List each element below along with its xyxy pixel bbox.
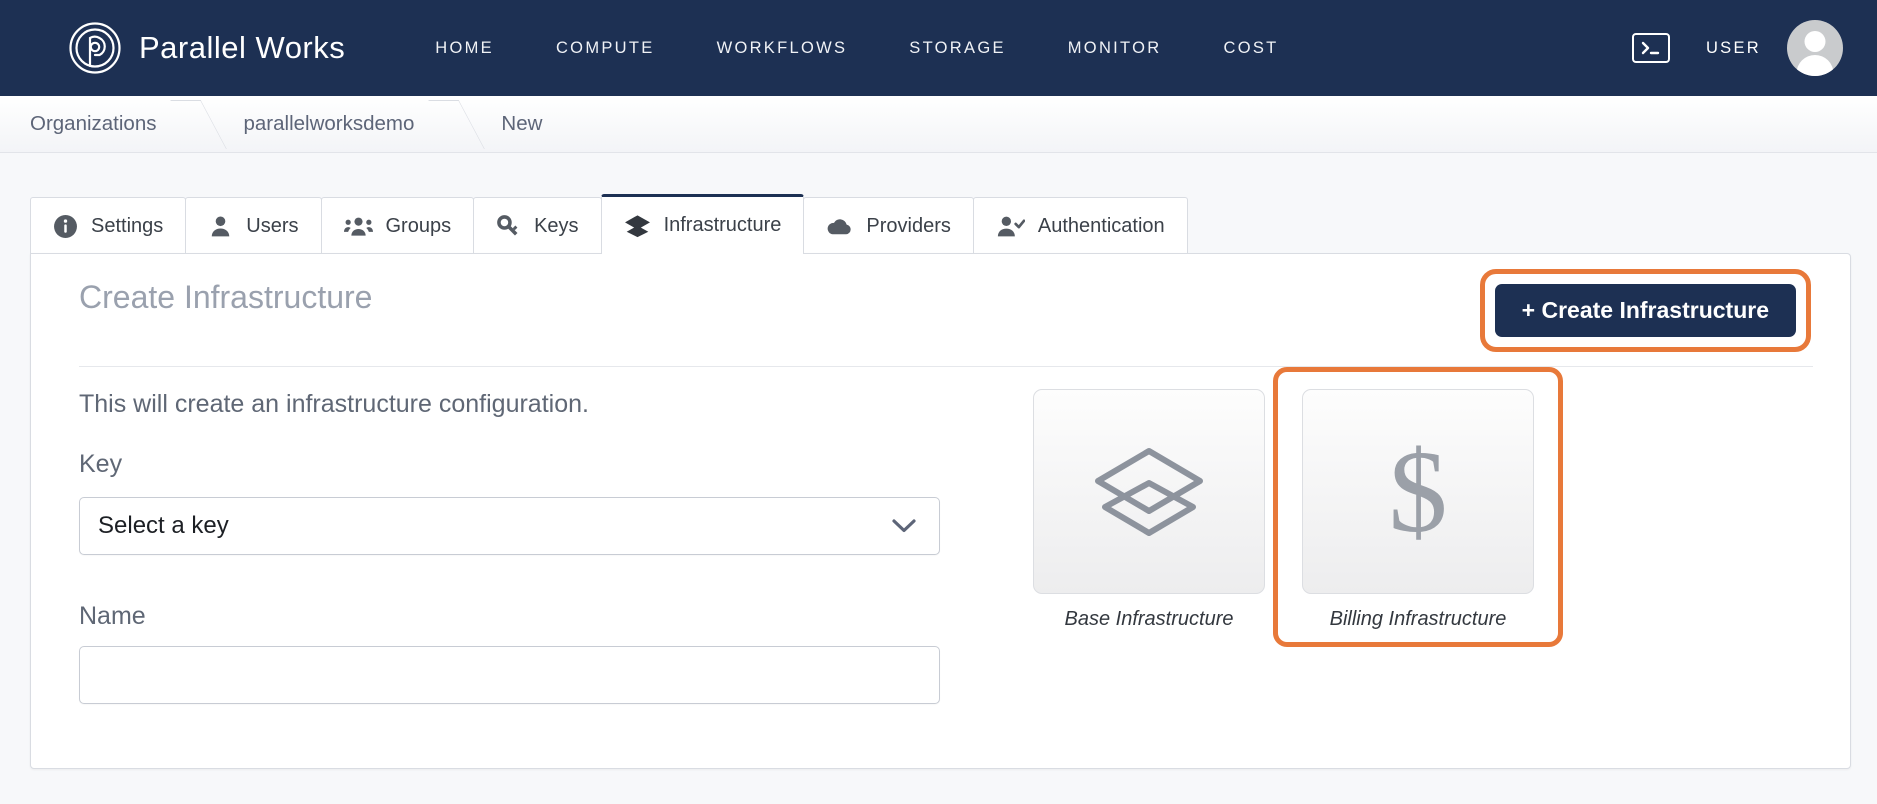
key-select[interactable]: Select a key [79,497,940,555]
breadcrumb-item-organizations[interactable]: Organizations [0,96,166,153]
create-infrastructure-button[interactable]: + Create Infrastructure [1494,284,1796,337]
brand-name: Parallel Works [139,30,346,65]
tab-label: Keys [534,214,579,237]
user-check-icon [996,214,1025,239]
user-icon [208,214,233,239]
nav-item-home[interactable]: HOME [435,31,494,66]
create-infrastructure-panel: Create Infrastructure + Create Infrastru… [30,253,1851,769]
tab-groups[interactable]: Groups [320,197,475,254]
nav-item-cost[interactable]: COST [1223,31,1278,66]
tab-label: Providers [866,214,951,237]
terminal-icon[interactable] [1631,33,1670,63]
layers-icon [624,213,651,238]
org-tabs: Settings Users Groups Keys Infrastructur… [30,194,1188,254]
breadcrumb-item-new: New [501,112,543,135]
nav-right-cluster: USER [1631,0,1843,96]
type-caption: Base Infrastructure [1064,608,1234,630]
panel-subtitle: This will create an infrastructure confi… [79,390,589,418]
key-field-label: Key [79,450,123,478]
avatar-body [1796,55,1834,76]
breadcrumb: Organizations parallelworksdemo New [0,96,1877,153]
parallel-works-logo-icon [69,22,121,74]
user-menu-label[interactable]: USER [1706,39,1761,58]
dollar-sign-icon: $ [1388,425,1448,557]
brand-logo-link[interactable]: Parallel Works [68,21,345,75]
nav-item-workflows[interactable]: WORKFLOWS [717,31,848,66]
tab-label: Authentication [1037,214,1165,237]
users-group-icon [343,214,373,239]
type-tile-base [1033,389,1265,594]
tab-authentication[interactable]: Authentication [972,197,1188,254]
type-option-billing-infrastructure[interactable]: $ Billing Infrastructure [1273,367,1563,647]
page-title: Create Infrastructure [79,279,373,315]
name-input[interactable] [79,646,940,704]
type-tile-billing: $ [1302,389,1534,594]
primary-nav: HOME COMPUTE WORKFLOWS STORAGE MONITOR C… [435,31,1278,66]
info-circle-icon [53,214,78,239]
type-option-base-infrastructure[interactable]: Base Infrastructure [1033,389,1265,631]
tab-keys[interactable]: Keys [473,197,602,254]
breadcrumb-separator-icon [166,96,212,153]
terminal-glyph-icon [1641,41,1660,55]
nav-item-storage[interactable]: STORAGE [909,31,1005,66]
infrastructure-type-options: Base Infrastructure $ Billing Infrastruc… [1033,367,1563,647]
nav-item-compute[interactable]: COMPUTE [556,31,655,66]
create-infrastructure-highlight-ring: + Create Infrastructure [1479,269,1811,352]
nav-item-monitor[interactable]: MONITOR [1068,31,1162,66]
type-caption: Billing Infrastructure [1329,608,1507,630]
tab-users[interactable]: Users [185,197,322,254]
tab-label: Settings [91,214,164,237]
tab-settings[interactable]: Settings [30,197,187,254]
breadcrumb-separator-icon [424,96,470,153]
top-navigation-bar: Parallel Works HOME COMPUTE WORKFLOWS ST… [0,0,1877,96]
tab-label: Infrastructure [663,214,782,236]
layers-stack-icon [1095,447,1203,536]
key-icon [496,214,521,239]
tab-label: Users [246,214,299,237]
chevron-down-icon [891,518,917,534]
tab-providers[interactable]: Providers [803,197,974,254]
cloud-icon [826,214,853,239]
key-select-value: Select a key [98,512,229,539]
tab-label: Groups [385,214,452,237]
tab-infrastructure[interactable]: Infrastructure [600,194,805,254]
name-field-label: Name [79,602,146,630]
breadcrumb-item-parallelworksdemo[interactable]: parallelworksdemo [212,96,424,153]
avatar[interactable] [1787,20,1843,76]
avatar-head [1804,31,1826,52]
